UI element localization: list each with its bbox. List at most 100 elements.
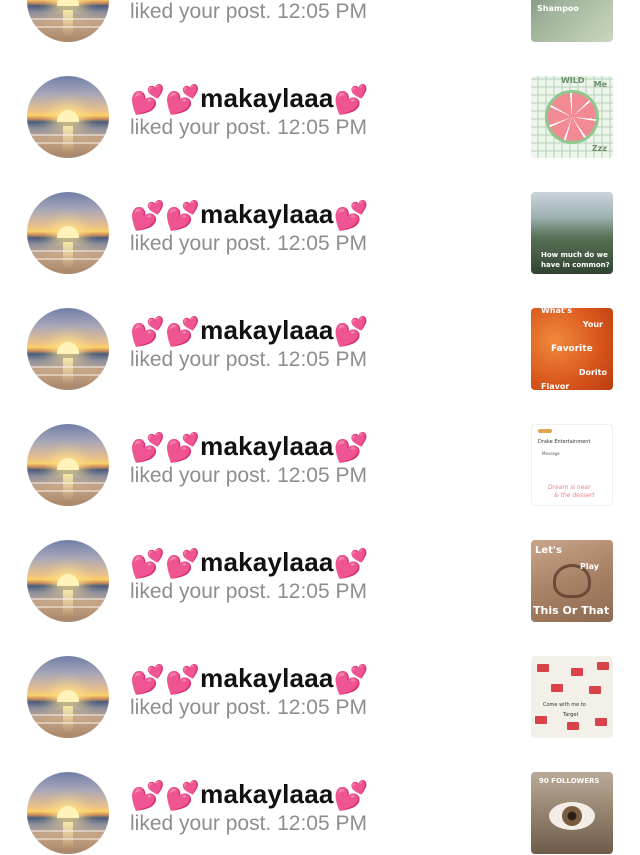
action-text: liked your post. bbox=[130, 696, 272, 719]
wave-line bbox=[27, 598, 109, 600]
sun-graphic bbox=[57, 574, 79, 586]
notification-text: 💕💕makaylaaa💕 liked your post. 12:05 PM bbox=[130, 662, 510, 722]
post-thumbnail[interactable]: How much do we have in common? bbox=[531, 192, 613, 274]
wave-line bbox=[27, 714, 109, 716]
sun-graphic bbox=[57, 342, 79, 354]
thumb-caption: What's bbox=[541, 308, 572, 315]
username[interactable]: makaylaaa bbox=[200, 779, 333, 809]
notification-row[interactable]: 💕💕makaylaaa💕 liked your post. 12:05 PM 9… bbox=[0, 728, 640, 854]
thumb-caption: Target bbox=[563, 712, 579, 718]
cart-icon bbox=[597, 662, 609, 670]
notification-list: 💕💕makaylaaa💕 liked your post. 12:05 PM M… bbox=[0, 0, 640, 854]
wave-line bbox=[27, 366, 109, 368]
notification-row[interactable]: 💕💕makaylaaa💕 liked your post. 12:05 PM W… bbox=[0, 32, 640, 158]
notification-text: 💕💕makaylaaa💕 liked your post. 12:05 PM bbox=[130, 198, 510, 258]
avatar[interactable] bbox=[27, 76, 109, 158]
iris-graphic bbox=[562, 806, 582, 826]
wave-line bbox=[27, 838, 109, 840]
timestamp: 12:05 PM bbox=[277, 348, 367, 371]
cart-icon bbox=[551, 684, 563, 692]
thumb-caption: Message bbox=[542, 451, 560, 456]
avatar[interactable] bbox=[27, 192, 109, 274]
activity-text: liked your post. 12:05 PM bbox=[130, 462, 510, 490]
thumb-caption: Dorito bbox=[578, 368, 607, 377]
action-text: liked your post. bbox=[130, 348, 272, 371]
sun-reflection bbox=[63, 822, 73, 848]
username[interactable]: makaylaaa bbox=[200, 663, 333, 693]
hearts-emoji-icon: 💕 bbox=[165, 664, 201, 695]
notification-row[interactable]: 💕💕makaylaaa💕 liked your post. 12:05 PM D… bbox=[0, 380, 640, 506]
hearts-emoji-icon: 💕 bbox=[333, 548, 369, 579]
sun-graphic bbox=[57, 0, 79, 6]
avatar[interactable] bbox=[27, 772, 109, 854]
timestamp: 12:05 PM bbox=[277, 812, 367, 835]
action-text: liked your post. bbox=[130, 232, 272, 255]
post-thumbnail[interactable]: WILD Me Zzz bbox=[531, 76, 613, 158]
post-thumbnail[interactable]: 90 FOLLOWERS bbox=[531, 772, 613, 854]
timestamp: 12:05 PM bbox=[277, 464, 367, 487]
hearts-emoji-icon: 💕 bbox=[165, 200, 201, 231]
post-thumbnail[interactable]: Let's Play This Or That bbox=[531, 540, 613, 622]
username-line[interactable]: 💕💕makaylaaa💕 bbox=[130, 314, 510, 346]
username[interactable]: makaylaaa bbox=[200, 83, 333, 113]
username[interactable]: makaylaaa bbox=[200, 431, 333, 461]
timestamp: 12:05 PM bbox=[277, 0, 367, 23]
avatar[interactable] bbox=[27, 308, 109, 390]
username[interactable]: makaylaaa bbox=[200, 199, 333, 229]
action-text: liked your post. bbox=[130, 116, 272, 139]
thumb-caption: 90 FOLLOWERS bbox=[539, 777, 600, 785]
action-text: liked your post. bbox=[130, 580, 272, 603]
username-line[interactable]: 💕💕makaylaaa💕 bbox=[130, 82, 510, 114]
cart-icon bbox=[589, 686, 601, 694]
notification-row[interactable]: 💕💕makaylaaa💕 liked your post. 12:05 PM C… bbox=[0, 612, 640, 738]
post-thumbnail[interactable]: What's Your Favorite Dorito Flavor bbox=[531, 308, 613, 390]
thumb-caption: Shampoo bbox=[537, 4, 579, 13]
hearts-emoji-icon: 💕 bbox=[333, 316, 369, 347]
hearts-emoji-icon: 💕 bbox=[130, 316, 166, 347]
action-text: liked your post. bbox=[130, 0, 272, 23]
thumb-caption: Come with me to bbox=[543, 702, 586, 708]
sun-graphic bbox=[57, 458, 79, 470]
notification-row[interactable]: 💕💕makaylaaa💕 liked your post. 12:05 PM M… bbox=[0, 0, 640, 42]
notification-row[interactable]: 💕💕makaylaaa💕 liked your post. 12:05 PM W… bbox=[0, 264, 640, 390]
username-line[interactable]: 💕💕makaylaaa💕 bbox=[130, 430, 510, 462]
hearts-emoji-icon: 💕 bbox=[130, 84, 166, 115]
activity-text: liked your post. 12:05 PM bbox=[130, 0, 510, 26]
username-line[interactable]: 💕💕makaylaaa💕 bbox=[130, 662, 510, 694]
sun-graphic bbox=[57, 226, 79, 238]
activity-text: liked your post. 12:05 PM bbox=[130, 230, 510, 258]
post-thumbnail[interactable]: Drake Entertainment Message Dream is nea… bbox=[531, 424, 613, 506]
avatar[interactable] bbox=[27, 656, 109, 738]
wave-line bbox=[27, 258, 109, 260]
thumb-caption: Me bbox=[593, 80, 607, 89]
avatar[interactable] bbox=[27, 424, 109, 506]
post-thumbnail[interactable]: Come with me to Target bbox=[531, 656, 613, 738]
wave-line bbox=[27, 374, 109, 376]
hearts-emoji-icon: 💕 bbox=[165, 84, 201, 115]
hearts-emoji-icon: 💕 bbox=[333, 200, 369, 231]
username[interactable]: makaylaaa bbox=[200, 547, 333, 577]
notification-text: 💕💕makaylaaa💕 liked your post. 12:05 PM bbox=[130, 430, 510, 490]
thumb-caption: Your bbox=[582, 320, 603, 329]
hearts-emoji-icon: 💕 bbox=[130, 664, 166, 695]
username[interactable]: makaylaaa bbox=[200, 315, 333, 345]
notification-text: 💕💕makaylaaa💕 liked your post. 12:05 PM bbox=[130, 546, 510, 606]
hearts-emoji-icon: 💕 bbox=[165, 432, 201, 463]
thumb-caption: How much do we bbox=[541, 251, 608, 259]
avatar[interactable] bbox=[27, 540, 109, 622]
hearts-emoji-icon: 💕 bbox=[165, 780, 201, 811]
wave-line bbox=[27, 18, 109, 20]
sun-graphic bbox=[57, 110, 79, 122]
activity-text: liked your post. 12:05 PM bbox=[130, 114, 510, 142]
hearts-emoji-icon: 💕 bbox=[165, 548, 201, 579]
wave-line bbox=[27, 830, 109, 832]
action-text: liked your post. bbox=[130, 464, 272, 487]
wave-line bbox=[27, 482, 109, 484]
hearts-emoji-icon: 💕 bbox=[333, 432, 369, 463]
username-line[interactable]: 💕💕makaylaaa💕 bbox=[130, 198, 510, 230]
notification-text: 💕💕makaylaaa💕 liked your post. 12:05 PM bbox=[130, 82, 510, 142]
notification-row[interactable]: 💕💕makaylaaa💕 liked your post. 12:05 PM H… bbox=[0, 148, 640, 274]
username-line[interactable]: 💕💕makaylaaa💕 bbox=[130, 546, 510, 578]
username-line[interactable]: 💕💕makaylaaa💕 bbox=[130, 778, 510, 810]
notification-row[interactable]: 💕💕makaylaaa💕 liked your post. 12:05 PM L… bbox=[0, 496, 640, 622]
